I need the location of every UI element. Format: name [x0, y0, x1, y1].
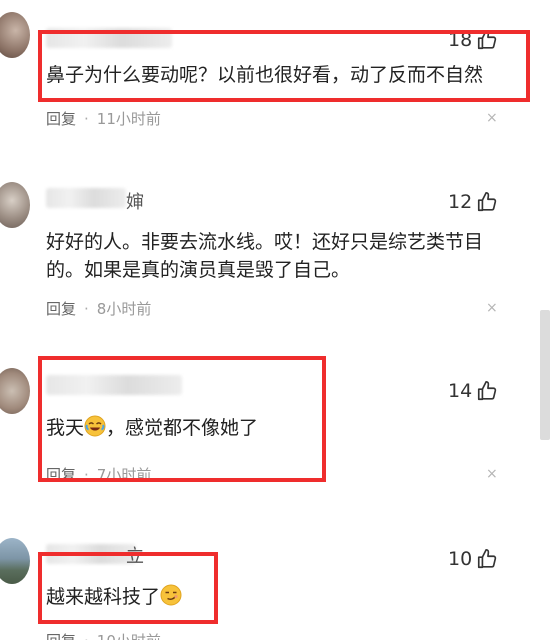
comment-text: 鼻子为什么要动呢？以前也很好看，动了反而不自然 [46, 64, 484, 86]
close-icon[interactable]: × [486, 466, 498, 482]
comment-text: 好好的人。非要去流水线。哎！还好只是综艺类节目 [46, 231, 484, 253]
thumbs-up-icon [476, 29, 498, 51]
username-suffix[interactable]: 立 [126, 542, 144, 568]
like-count: 14 [448, 380, 473, 402]
like-count: 12 [448, 191, 473, 213]
laughing-crying-emoji-icon [84, 415, 106, 437]
comment-meta: 回复 · 11小时前 [46, 110, 161, 128]
username-suffix[interactable]: 婶 [126, 188, 144, 214]
username-blurred[interactable] [46, 375, 182, 395]
like-button[interactable]: 12 [448, 190, 498, 214]
avatar[interactable] [0, 368, 30, 414]
reply-button[interactable]: 回复 [46, 466, 76, 484]
comment-meta: 回复 · 8小时前 [46, 300, 152, 318]
like-count: 10 [448, 548, 473, 570]
like-count: 18 [448, 29, 473, 51]
smirk-emoji-icon [160, 584, 182, 606]
reply-button[interactable]: 回复 [46, 632, 76, 640]
comment-time: 10小时前 [97, 632, 161, 640]
avatar[interactable] [0, 12, 30, 58]
comment-meta: 回复·10小时前 [46, 630, 161, 640]
close-icon[interactable]: × [486, 300, 498, 316]
reply-button[interactable]: 回复 [46, 300, 76, 318]
comment-time: 8小时前 [96, 300, 152, 318]
thumbs-up-icon [476, 380, 498, 402]
scrollbar[interactable] [540, 310, 550, 440]
reply-button[interactable]: 回复 [46, 110, 76, 128]
like-button[interactable]: 14 [448, 379, 498, 403]
like-button[interactable]: 10 [448, 547, 498, 571]
username-blurred[interactable] [46, 544, 136, 564]
comment-text: 越来越科技了 [46, 582, 182, 612]
comment-time: 11小时前 [96, 110, 161, 128]
thumbs-up-icon [476, 191, 498, 213]
thumbs-up-icon [476, 548, 498, 570]
comment-list: 18 鼻子为什么要动呢？以前也很好看，动了反而不自然 回复 · 11小时前 × 婶 … [0, 0, 550, 640]
avatar[interactable] [0, 538, 30, 584]
comment-text: 的。如果是真的演员真是毁了自己。 [46, 259, 351, 281]
avatar[interactable] [0, 182, 30, 228]
username-blurred[interactable] [46, 188, 126, 208]
username-blurred[interactable] [46, 28, 172, 48]
comment-meta: 回复 · 7小时前 [46, 466, 152, 484]
like-button[interactable]: 18 [448, 28, 498, 52]
close-icon[interactable]: × [486, 110, 498, 126]
comment-time: 7小时前 [96, 466, 152, 484]
comment-text: 我天 ，感觉都不像她了 [46, 415, 259, 439]
